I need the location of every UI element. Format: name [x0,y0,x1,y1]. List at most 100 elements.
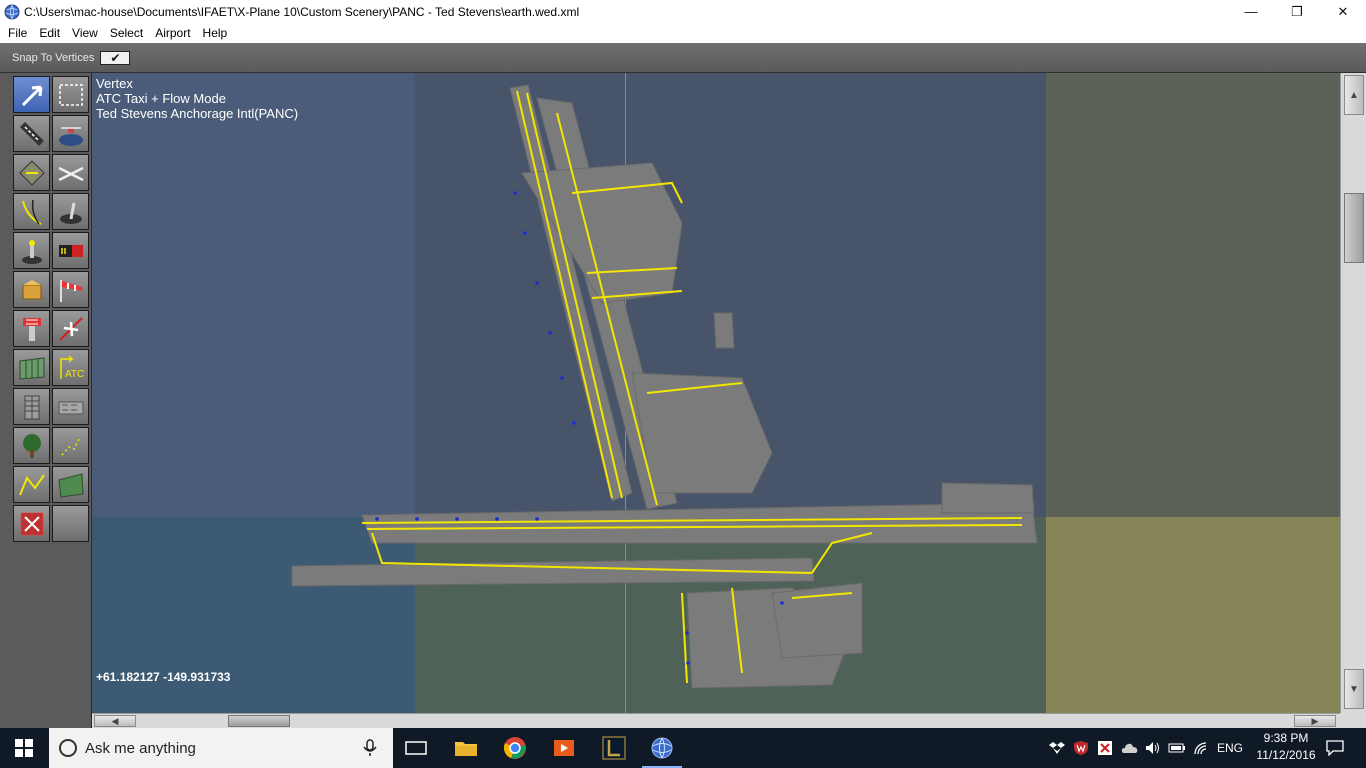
microphone-icon[interactable] [361,739,379,757]
league-button[interactable] [590,728,638,768]
search-box[interactable]: Ask me anything [49,728,393,768]
vertical-scrollbar[interactable]: ▲ ▼ [1340,73,1366,713]
taskbar: Ask me anything ENG 9:38 PM 11/12/2016 [0,728,1366,768]
task-view-icon [405,741,427,755]
menu-edit[interactable]: Edit [33,26,66,40]
tray-volume-icon[interactable] [1142,728,1164,768]
minimize-button[interactable]: — [1228,0,1274,23]
marker [415,517,419,521]
volume-icon [1146,742,1159,754]
menu-airport[interactable]: Airport [149,26,196,40]
shield-icon [1074,741,1088,755]
boundary-tool-button[interactable] [52,154,89,191]
tower-tool-button[interactable] [13,310,50,347]
tool-palette: ATC [0,73,92,728]
taxiway-tool-button[interactable] [13,154,50,191]
marquee-icon [58,83,83,106]
isolated-pad [713,312,735,349]
lights-icon [21,239,42,264]
cortana-icon [59,739,77,757]
menu-bar: File Edit View Select Airport Help [0,23,1366,43]
tray-error-icon[interactable] [1094,728,1116,768]
building-tool-button[interactable] [13,388,50,425]
facade-tool-button[interactable] [13,349,50,386]
taxiline-tool-button[interactable] [13,193,50,230]
file-explorer-button[interactable] [442,728,490,768]
tray-wifi-icon[interactable] [1190,728,1212,768]
marker [686,661,690,665]
marker [513,191,517,195]
window-title: C:\Users\mac-house\Documents\IFAET\X-Pla… [24,4,580,19]
line-tool-button[interactable] [13,466,50,503]
notification-icon [1326,740,1344,756]
close-button[interactable]: ✕ [1320,0,1366,23]
boundary-icon [57,166,84,181]
wed-button[interactable] [638,728,686,768]
airport-name-label: Ted Stevens Anchorage Intl(PANC) [96,106,299,121]
windsock-tool-button[interactable] [52,271,89,308]
menu-help[interactable]: Help [197,26,234,40]
marker [535,281,539,285]
atc-tool-button[interactable]: ATC [52,349,89,386]
marker [535,517,539,521]
tray-battery-icon[interactable] [1166,728,1188,768]
wed-globe-icon [651,737,673,759]
vertical-scroll-thumb[interactable] [1344,193,1364,263]
scroll-down-button[interactable]: ▼ [1344,669,1364,709]
scroll-left-button[interactable]: ◀ [94,715,136,727]
cursor-coordinates: +61.182127 -149.931733 [96,670,231,684]
chrome-button[interactable] [491,728,539,768]
marquee-tool-button[interactable] [52,76,89,113]
marker [560,376,564,380]
windsock-icon [59,279,82,302]
polygon-tool-button[interactable] [52,466,89,503]
ramp-start-tool-button[interactable] [52,310,89,347]
scroll-right-button[interactable]: ▶ [1294,715,1336,727]
media-player-button[interactable] [540,728,588,768]
object-tool-button[interactable] [13,271,50,308]
marker [548,331,552,335]
horizontal-scrollbar[interactable]: ◀ ▶ [92,713,1340,728]
menu-view[interactable]: View [66,26,104,40]
tray-onedrive-icon[interactable] [1118,728,1140,768]
arrow-left-icon: ◀ [111,715,119,726]
runway-tool-button[interactable] [13,115,50,152]
map-view[interactable]: Vertex ATC Taxi + Flow Mode Ted Stevens … [92,73,1340,713]
menu-file[interactable]: File [2,26,33,40]
lights-tool-button[interactable] [13,232,50,269]
pavement [291,84,1038,689]
east-apron [941,482,1035,514]
forest-tool-button[interactable] [13,427,50,464]
empty-tool-button[interactable] [52,505,89,542]
scroll-up-button[interactable]: ▲ [1344,75,1364,115]
start-button[interactable] [0,728,48,768]
facade-icon [19,356,44,380]
snap-to-vertices-checkbox[interactable]: ✔ [100,50,131,65]
string-tool-button[interactable] [52,388,89,425]
clock[interactable]: 9:38 PM 11/12/2016 [1248,730,1324,764]
helipad-tool-button[interactable] [52,115,89,152]
menu-select[interactable]: Select [104,26,149,40]
tray-mcafee-icon[interactable] [1070,728,1092,768]
sign-tool-button[interactable] [52,232,89,269]
vertex-tool-button[interactable] [13,76,50,113]
helipad-icon [58,126,83,146]
edit-mode-label: ATC Taxi + Flow Mode [96,91,226,106]
tool-options-bar: Snap To Vertices ✔ [0,43,1366,73]
exclusion-icon [20,512,43,535]
snap-to-vertices-label: Snap To Vertices [12,51,95,64]
tray-dropbox-icon[interactable] [1046,728,1068,768]
chrome-icon [503,737,526,759]
exclusion-tool-button[interactable] [13,505,50,542]
atc-label: ATC [65,369,84,380]
light-fixture-tool-button[interactable] [52,193,89,230]
file-explorer-icon [455,742,477,756]
restore-button[interactable]: ❐ [1274,0,1320,23]
horizontal-scroll-thumb[interactable] [228,715,290,727]
point-tool-button[interactable] [52,427,89,464]
marker [780,601,784,605]
ramp-start-icon [58,316,83,341]
language-indicator[interactable]: ENG [1214,728,1246,768]
task-view-button[interactable] [392,728,440,768]
action-center-button[interactable] [1320,728,1350,768]
